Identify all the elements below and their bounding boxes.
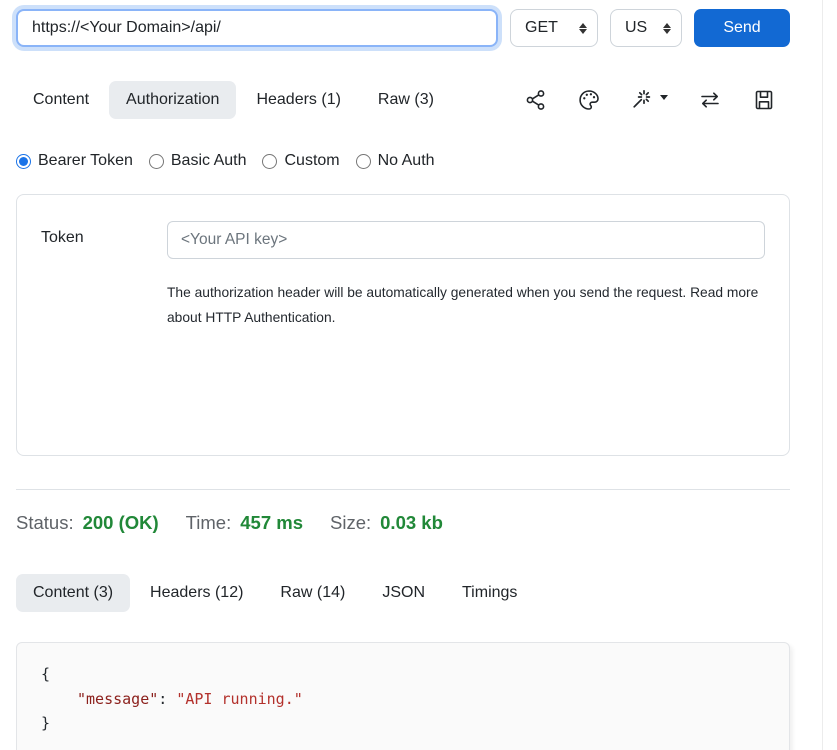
auth-option-no-auth[interactable]: No Auth bbox=[356, 152, 435, 170]
size-group: Size: 0.03 kb bbox=[330, 512, 443, 534]
response-tab-raw[interactable]: Raw (14) bbox=[263, 574, 362, 612]
auth-option-bearer-token[interactable]: Bearer Token bbox=[16, 152, 133, 170]
time-value: 457 ms bbox=[240, 512, 303, 534]
swap-arrows-icon[interactable] bbox=[697, 88, 723, 112]
size-value: 0.03 kb bbox=[380, 512, 443, 534]
auth-option-label: Bearer Token bbox=[38, 152, 133, 170]
share-icon[interactable] bbox=[524, 88, 548, 112]
auth-radio-bearer-token[interactable] bbox=[16, 154, 31, 169]
json-open-brace: { bbox=[41, 662, 765, 687]
response-tab-content[interactable]: Content (3) bbox=[16, 574, 130, 612]
size-label: Size: bbox=[330, 512, 371, 534]
auth-option-label: No Auth bbox=[378, 152, 435, 170]
response-tab-timings[interactable]: Timings bbox=[445, 574, 534, 612]
tab-authorization[interactable]: Authorization bbox=[109, 81, 236, 119]
time-group: Time: 457 ms bbox=[186, 512, 303, 534]
request-bar: GET US Send bbox=[16, 9, 790, 47]
response-summary: Status: 200 (OK) Time: 457 ms Size: 0.03… bbox=[16, 512, 822, 534]
auth-type-options: Bearer Token Basic Auth Custom No Auth bbox=[16, 152, 822, 170]
token-help-text: The authorization header will be automat… bbox=[167, 280, 765, 330]
auth-option-label: Custom bbox=[284, 152, 339, 170]
method-select-value: GET bbox=[525, 19, 558, 37]
section-divider bbox=[16, 489, 790, 490]
select-arrows-icon bbox=[663, 23, 671, 34]
auth-option-basic-auth[interactable]: Basic Auth bbox=[149, 152, 247, 170]
json-close-brace: } bbox=[41, 711, 765, 736]
status-group: Status: 200 (OK) bbox=[16, 512, 159, 534]
select-arrows-icon bbox=[579, 23, 587, 34]
token-field-label: Token bbox=[41, 221, 167, 429]
chevron-down-icon bbox=[660, 95, 668, 100]
region-select-value: US bbox=[625, 19, 647, 37]
send-button[interactable]: Send bbox=[694, 9, 790, 47]
response-body: { "message": "API running."} bbox=[16, 642, 790, 750]
auth-radio-basic-auth[interactable] bbox=[149, 154, 164, 169]
response-tab-json[interactable]: JSON bbox=[365, 574, 442, 612]
json-key: "message" bbox=[77, 690, 158, 708]
region-select[interactable]: US bbox=[610, 9, 682, 47]
save-icon[interactable] bbox=[752, 88, 776, 112]
json-string-value: "API running." bbox=[176, 690, 302, 708]
request-toolbar bbox=[524, 88, 790, 112]
token-input[interactable] bbox=[167, 221, 765, 259]
tab-content[interactable]: Content bbox=[16, 81, 106, 119]
url-input[interactable] bbox=[16, 9, 498, 47]
bearer-token-panel: Token The authorization header will be a… bbox=[16, 194, 790, 456]
auth-option-label: Basic Auth bbox=[171, 152, 247, 170]
magic-wand-icon[interactable] bbox=[630, 88, 668, 112]
palette-icon[interactable] bbox=[577, 88, 601, 112]
tab-raw[interactable]: Raw (3) bbox=[361, 81, 451, 119]
request-tabs: Content Authorization Headers (1) Raw (3… bbox=[16, 81, 451, 119]
json-separator: : bbox=[158, 690, 176, 708]
response-tab-headers[interactable]: Headers (12) bbox=[133, 574, 260, 612]
request-tabs-row: Content Authorization Headers (1) Raw (3… bbox=[16, 81, 790, 119]
status-value: 200 (OK) bbox=[83, 512, 159, 534]
auth-radio-no-auth[interactable] bbox=[356, 154, 371, 169]
auth-option-custom[interactable]: Custom bbox=[262, 152, 339, 170]
method-select[interactable]: GET bbox=[510, 9, 598, 47]
status-label: Status: bbox=[16, 512, 74, 534]
response-tabs: Content (3) Headers (12) Raw (14) JSON T… bbox=[16, 574, 822, 612]
auth-radio-custom[interactable] bbox=[262, 154, 277, 169]
tab-headers[interactable]: Headers (1) bbox=[239, 81, 357, 119]
time-label: Time: bbox=[186, 512, 232, 534]
api-client-page: GET US Send Content Authorization Header… bbox=[0, 0, 823, 750]
